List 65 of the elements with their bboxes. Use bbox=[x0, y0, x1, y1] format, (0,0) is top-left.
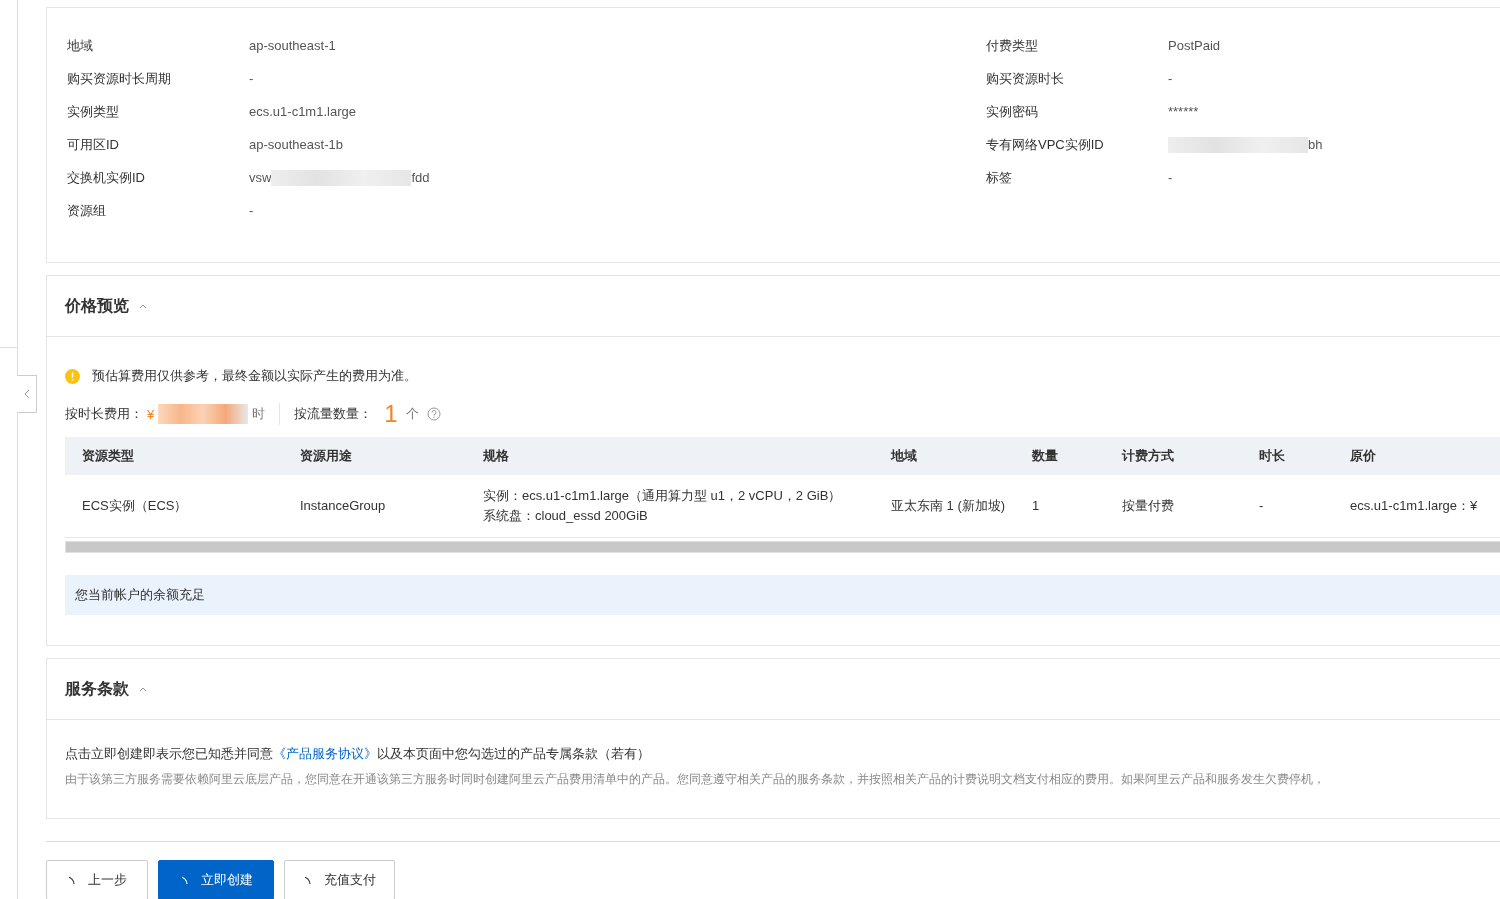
spinner-icon bbox=[181, 875, 191, 885]
table-cell-text: 亚太东南 1 (新加坡) bbox=[891, 497, 1007, 515]
field-value: ap-southeast-1 bbox=[249, 38, 336, 53]
traffic-label: 按流量数量： bbox=[294, 405, 373, 423]
terms-text: 点击立即创建即表示您已知悉并同意《产品服务协议》以及本页面中您勾选过的产品专属条款（若有） bbox=[65, 745, 651, 763]
field-value: - bbox=[1168, 71, 1173, 86]
fee-unit: 时 bbox=[252, 405, 266, 423]
spinner-icon bbox=[69, 875, 78, 885]
collapse-button[interactable] bbox=[17, 375, 37, 413]
field-label: 资源组 bbox=[67, 201, 107, 220]
field-value: - bbox=[1168, 170, 1173, 185]
column-header: 计费方式 bbox=[1122, 447, 1175, 465]
spinner-icon bbox=[305, 875, 314, 885]
action-button[interactable]: 充值支付 bbox=[284, 860, 395, 899]
action-button[interactable]: 立即创建 bbox=[158, 860, 274, 899]
table-cell-text: ECS实例（ECS） bbox=[82, 497, 189, 515]
caret-icon[interactable] bbox=[139, 303, 147, 309]
notice-text: 预估算费用仅供参考，最终金额以实际产生的费用为准。 bbox=[92, 367, 417, 385]
table-cell-text: 按量付费 bbox=[1122, 497, 1175, 515]
field-label: 地域 bbox=[67, 36, 94, 55]
field-value: ****** bbox=[1168, 104, 1199, 119]
field-value: - bbox=[249, 71, 254, 86]
field-value: PostPaid bbox=[1168, 38, 1221, 53]
field-value: vsw fdd bbox=[249, 169, 430, 186]
field-label: 可用区ID bbox=[67, 135, 120, 154]
field-value: bh bbox=[1168, 136, 1323, 153]
field-label: 购买资源时长周期 bbox=[67, 69, 172, 88]
field-label: 专有网络VPC实例ID bbox=[986, 135, 1105, 154]
fee-label: 按时长费用： bbox=[65, 405, 143, 423]
table-cell-text: 系统盘：cloud_essd 200GiB bbox=[483, 507, 648, 525]
field-value: ecs.u1-c1m1.large bbox=[249, 104, 356, 119]
warning-icon bbox=[65, 368, 80, 384]
field-label: 付费类型 bbox=[986, 36, 1039, 55]
table-cell-text: InstanceGroup bbox=[300, 497, 387, 515]
section-title: 服务条款 bbox=[65, 678, 129, 699]
column-header: 原价 bbox=[1350, 447, 1377, 465]
table-cell-text: 1 bbox=[1032, 497, 1041, 515]
field-label: 实例密码 bbox=[986, 102, 1039, 121]
table-cell-text: - bbox=[1259, 497, 1265, 515]
terms-note: 由于该第三方服务需要依赖阿里云底层产品，您同意在开通该第三方服务时同时创建阿里云产品费用清单中的产品。您同意遵守相关产品的服务条款，并按照相关产品的计费说明文档支付相应的费用。如果阿里云产品和服务发生欠费停机， bbox=[65, 771, 1326, 788]
column-header: 资源用途 bbox=[300, 447, 353, 465]
fee-currency: ¥ bbox=[147, 406, 155, 422]
field-label: 实例类型 bbox=[67, 102, 120, 121]
column-header: 数量 bbox=[1032, 447, 1059, 465]
traffic-unit: 个 bbox=[405, 405, 419, 423]
field-label: 标签 bbox=[986, 168, 1013, 187]
section-title: 价格预览 bbox=[65, 295, 129, 316]
help-icon[interactable] bbox=[426, 407, 441, 421]
column-header: 时长 bbox=[1259, 447, 1286, 465]
column-header: 资源类型 bbox=[82, 447, 135, 465]
table-cell-text: ecs.u1-c1m1.large：¥ bbox=[1350, 497, 1479, 515]
scrollbar[interactable] bbox=[65, 541, 1500, 553]
chevron-left-icon bbox=[23, 389, 30, 399]
traffic-count: 1 bbox=[384, 400, 398, 428]
column-header: 规格 bbox=[483, 447, 510, 465]
caret-icon[interactable] bbox=[139, 686, 147, 692]
field-value: - bbox=[249, 203, 254, 218]
balance-notice: 您当前帐户的余额充足 bbox=[65, 575, 1500, 615]
agreement-link[interactable]: 《产品服务协议》 bbox=[273, 746, 377, 761]
field-label: 购买资源时长 bbox=[986, 69, 1065, 88]
field-value: ap-southeast-1b bbox=[249, 137, 343, 152]
action-button[interactable]: 上一步 bbox=[46, 860, 148, 899]
table-cell-text: 实例：ecs.u1-c1m1.large（通用算力型 u1，2 vCPU，2 GiB） bbox=[483, 487, 842, 505]
field-label: 交换机实例ID bbox=[67, 168, 146, 187]
column-header: 地域 bbox=[891, 447, 918, 465]
